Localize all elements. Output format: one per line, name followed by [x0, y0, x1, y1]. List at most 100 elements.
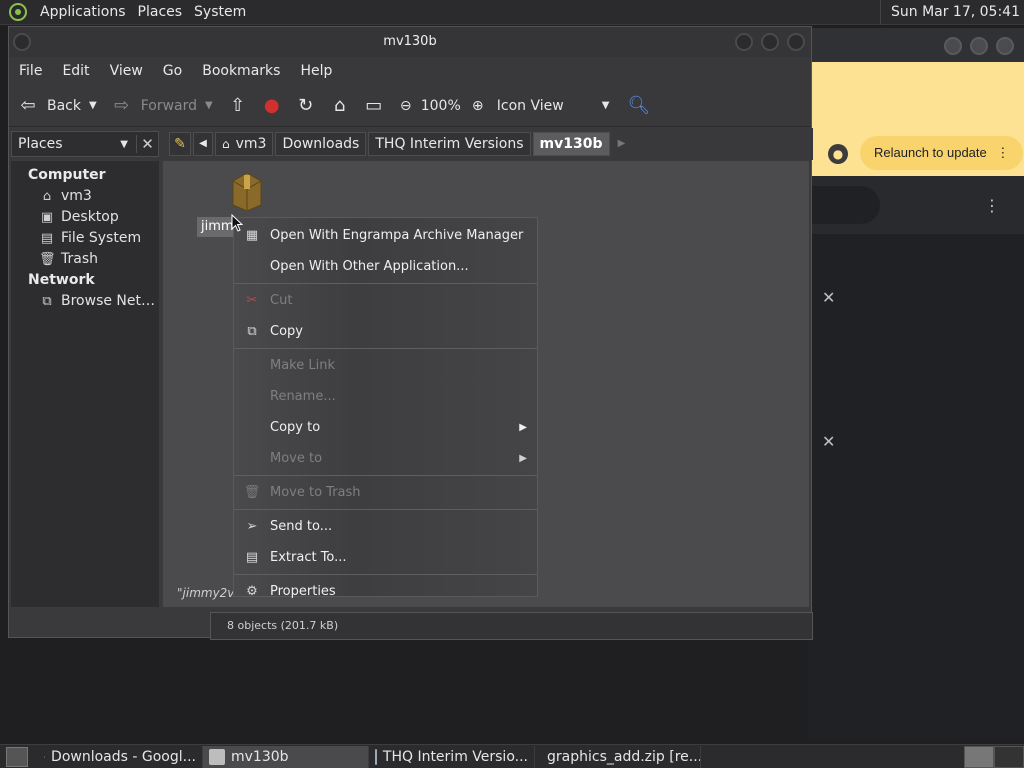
- menu-bookmarks[interactable]: Bookmarks: [192, 63, 290, 79]
- workspace-1[interactable]: [964, 745, 994, 768]
- relaunch-button[interactable]: Relaunch to update ⋮: [860, 136, 1024, 170]
- menu-item-rename[interactable]: Rename...: [234, 381, 537, 412]
- zoom-in-button[interactable]: ⊕: [467, 95, 489, 117]
- folder-icon: [209, 748, 225, 765]
- minimize-button[interactable]: [944, 37, 962, 55]
- computer-button[interactable]: ▭: [363, 95, 385, 117]
- sidebar-section-computer: Computer: [28, 167, 106, 183]
- menu-edit[interactable]: Edit: [52, 63, 99, 79]
- menu-go[interactable]: Go: [153, 63, 192, 79]
- breadcrumb-downloads[interactable]: Downloads: [275, 132, 367, 156]
- chevron-down-icon[interactable]: ▼: [89, 100, 97, 111]
- menu-view[interactable]: View: [100, 63, 153, 79]
- archive-file-icon[interactable]: [229, 171, 265, 211]
- trash-icon: 🗑︎: [243, 485, 261, 500]
- sidebar-header: Places ▼ ✕: [11, 131, 159, 157]
- menu-file[interactable]: File: [9, 63, 52, 79]
- maximize-button[interactable]: [970, 37, 988, 55]
- sidebar-item-desktop[interactable]: ▣ Desktop: [11, 207, 159, 228]
- edit-location-icon[interactable]: ✎: [169, 132, 191, 156]
- breadcrumb-thq-interim-versions[interactable]: THQ Interim Versions: [368, 132, 531, 156]
- toolbar: ⇦ Back ▼ ⇨ Forward ▼ ⇧ ● ↻ ⌂ ▭ ⊖ 100% ⊕ …: [9, 85, 811, 127]
- breadcrumb-left-icon[interactable]: ◀: [193, 132, 213, 156]
- menu-help[interactable]: Help: [290, 63, 342, 79]
- menu-item-extract-to[interactable]: ▤ Extract To...: [234, 542, 537, 573]
- up-button[interactable]: ⇧: [227, 95, 249, 117]
- menu-item-open-with-engrampa[interactable]: ▦ Open With Engrampa Archive Manager: [234, 220, 537, 251]
- status-bar: 8 objects (201.7 kB): [210, 612, 813, 640]
- applications-menu[interactable]: Applications: [34, 4, 132, 20]
- window-menu-icon[interactable]: [13, 33, 31, 51]
- more-icon: ⋮: [996, 145, 1010, 160]
- properties-icon: ⚙: [246, 584, 258, 599]
- view-mode-select[interactable]: Icon View ▼: [497, 98, 610, 114]
- search-button[interactable]: 🔍︎: [627, 95, 650, 117]
- top-panel: Applications Places System Sun Mar 17, 0…: [0, 0, 1024, 25]
- places-select[interactable]: Places: [12, 136, 120, 152]
- search-field[interactable]: [808, 186, 880, 224]
- menu-item-properties[interactable]: ⚙ Properties: [234, 576, 537, 607]
- relaunch-label: Relaunch to update: [874, 145, 987, 160]
- zoom-out-button[interactable]: ⊖: [395, 95, 417, 117]
- minimize-button[interactable]: [735, 33, 753, 51]
- sidebar-item-browse-network[interactable]: ⧉ Browse Net…: [11, 291, 159, 312]
- menu-item-cut[interactable]: ✂ Cut: [234, 285, 537, 316]
- menu-item-copy[interactable]: ⧉ Copy: [234, 316, 537, 347]
- close-button[interactable]: [787, 33, 805, 51]
- workspace-2[interactable]: [994, 745, 1024, 768]
- close-icon[interactable]: ✕: [822, 288, 835, 307]
- close-button[interactable]: [996, 37, 1014, 55]
- menu-item-make-link[interactable]: Make Link: [234, 350, 537, 381]
- window-titlebar: mv130b: [9, 27, 811, 57]
- sidebar-item-trash[interactable]: 🗑︎ Trash: [11, 249, 159, 270]
- zoom-in-icon: ⊕: [471, 97, 484, 114]
- taskbar: Downloads - Googl... mv130b THQ Interim …: [0, 744, 1024, 768]
- zoom-level[interactable]: 100%: [421, 98, 461, 114]
- back-button[interactable]: ⇦ Back ▼: [17, 95, 97, 117]
- menu-item-send-to[interactable]: ➢ Send to...: [234, 511, 537, 542]
- reload-button[interactable]: ↻: [295, 95, 317, 117]
- copy-icon: ⧉: [247, 324, 257, 339]
- menu-item-move-to[interactable]: Move to ▶: [234, 443, 537, 474]
- workspace-switcher[interactable]: [964, 745, 1024, 768]
- breadcrumb-mv130b[interactable]: mv130b: [532, 132, 610, 156]
- system-menu[interactable]: System: [188, 4, 252, 20]
- drive-icon: ▤: [40, 230, 54, 246]
- clock[interactable]: Sun Mar 17, 05:41: [879, 0, 1024, 25]
- profile-avatar-icon[interactable]: ●: [828, 144, 848, 164]
- stop-button[interactable]: ●: [261, 95, 283, 117]
- breadcrumb-vm3[interactable]: ⌂ vm3: [215, 132, 274, 156]
- stop-icon: ●: [263, 94, 280, 116]
- taskbar-item-mv130b[interactable]: mv130b: [203, 745, 369, 768]
- home-button[interactable]: ⌂: [329, 95, 351, 117]
- send-icon: ➢: [246, 519, 258, 534]
- forward-button[interactable]: ⇨ Forward ▼: [111, 95, 213, 117]
- show-desktop-button[interactable]: [6, 746, 28, 767]
- taskbar-item-chrome[interactable]: Downloads - Googl...: [38, 745, 203, 768]
- menubar: File Edit View Go Bookmarks Help: [9, 57, 811, 85]
- taskbar-item-thq-interim[interactable]: THQ Interim Versio...: [369, 745, 535, 768]
- close-sidebar-icon[interactable]: ✕: [136, 135, 158, 153]
- chrome-titlebar: [808, 28, 1024, 62]
- chrome-window: ● Relaunch to update ⋮ ⋮ ✕ ✕: [808, 28, 1024, 740]
- breadcrumb-right-icon[interactable]: ▶: [612, 132, 632, 156]
- menu-item-open-with-other[interactable]: Open With Other Application...: [234, 251, 537, 282]
- menu-item-copy-to[interactable]: Copy to ▶: [234, 412, 537, 443]
- chevron-down-icon[interactable]: ▼: [205, 100, 213, 111]
- menu-kebab-icon[interactable]: ⋮: [984, 196, 1000, 215]
- chevron-down-icon[interactable]: ▼: [120, 139, 128, 150]
- breadcrumb: ✎ ◀ ⌂ vm3 Downloads THQ Interim Versions …: [169, 132, 634, 156]
- mate-logo-icon[interactable]: [8, 2, 28, 22]
- sidebar-item-file-system[interactable]: ▤ File System: [11, 228, 159, 249]
- places-menu[interactable]: Places: [132, 4, 189, 20]
- scissors-icon: ✂: [246, 293, 258, 308]
- forward-label: Forward: [140, 97, 198, 114]
- back-label: Back: [47, 97, 81, 114]
- sidebar-item-vm3[interactable]: ⌂ vm3: [11, 186, 159, 207]
- menu-item-move-to-trash[interactable]: 🗑︎ Move to Trash: [234, 477, 537, 508]
- taskbar-item-graphics-add[interactable]: graphics_add.zip [re...: [535, 745, 701, 768]
- maximize-button[interactable]: [761, 33, 779, 51]
- trash-icon: 🗑︎: [39, 251, 56, 267]
- close-icon[interactable]: ✕: [822, 432, 835, 451]
- menu-separator: [234, 574, 537, 575]
